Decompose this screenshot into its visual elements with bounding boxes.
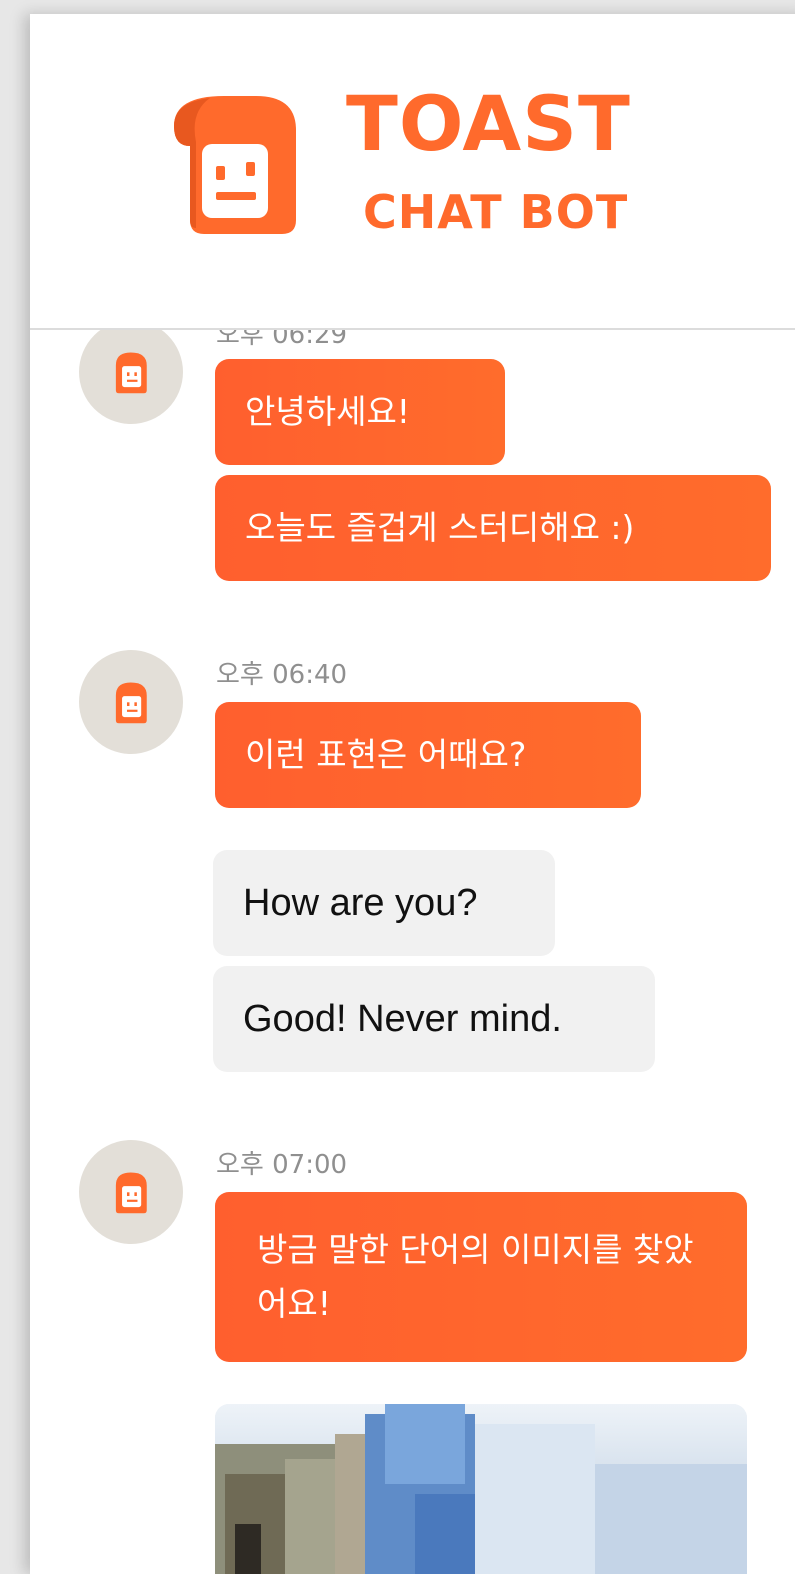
chat-screen: 오후 06:29 안녕하세요! 오늘도 즐겁게 스터디해요 :) 오후 06:4… [30,14,795,1574]
bot-avatar [79,320,183,424]
toast-bread-icon [174,96,296,234]
bot-message-bubble: 방금 말한 단어의 이미지를 찾았어요! [215,1192,747,1362]
message-time: 오후 06:40 [216,660,348,690]
photo-thumbnail [215,1404,747,1574]
bot-avatar [79,1140,183,1244]
app-header: TOAST CHAT BOT [30,14,795,330]
message-time: 오후 07:00 [216,1150,348,1180]
toast-bot-avatar-icon [115,352,147,394]
toast-bot-avatar-icon [115,682,147,724]
image-attachment[interactable] [215,1404,747,1574]
bot-message-bubble: 안녕하세요! [215,359,505,465]
user-message-bubble: How are you? [213,850,555,956]
brand-title: TOAST [346,79,631,168]
bot-message-text: 방금 말한 단어의 이미지를 찾았어요! [257,1230,694,1323]
bot-message-bubble: 오늘도 즐겁게 스터디해요 :) [215,475,771,581]
toast-bot-avatar-icon [115,1172,147,1214]
user-message-bubble: Good! Never mind. [213,966,655,1072]
brand-subtitle: CHAT BOT [363,185,629,239]
bot-message-bubble: 이런 표현은 어때요? [215,702,641,808]
bot-avatar [79,650,183,754]
